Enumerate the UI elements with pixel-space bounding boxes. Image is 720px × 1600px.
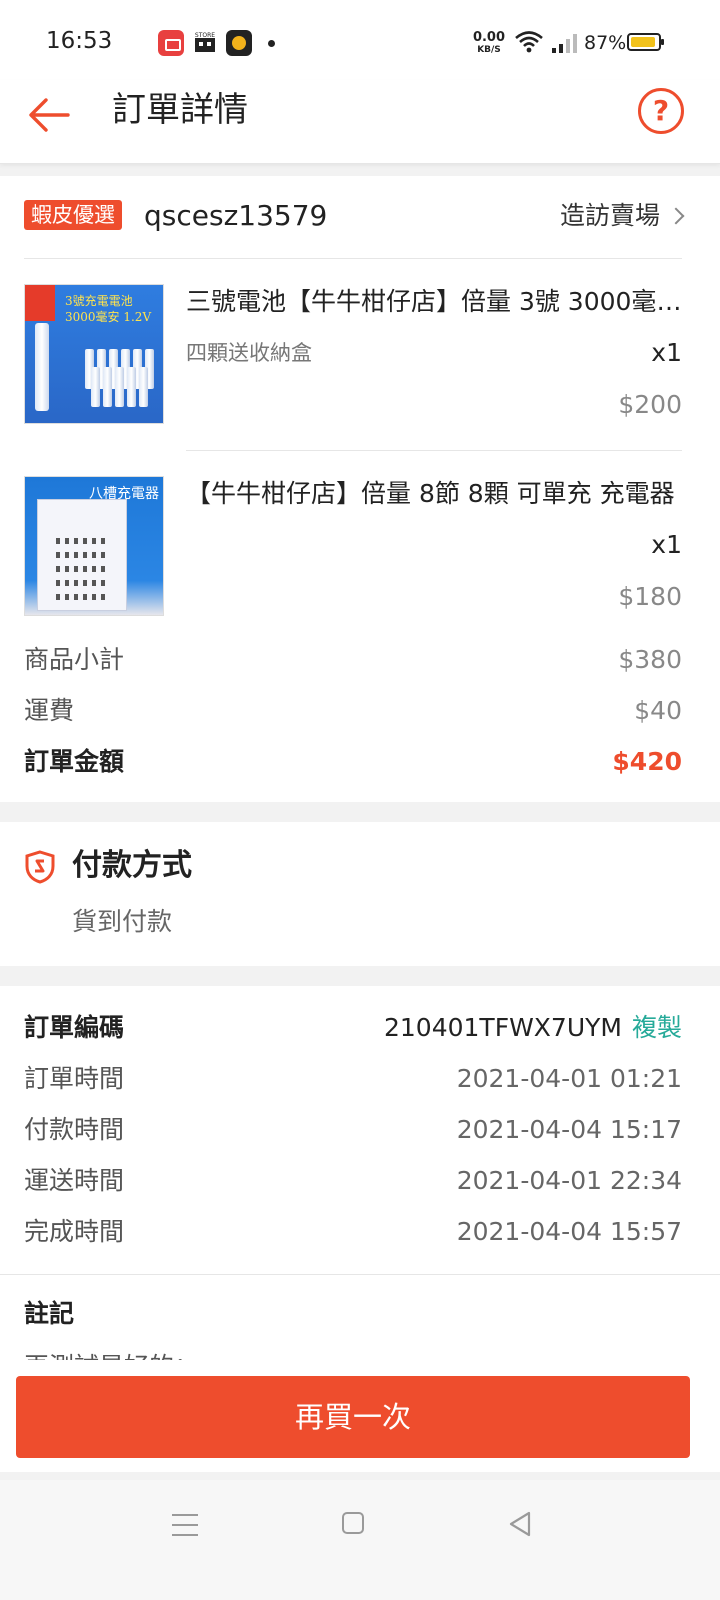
payment-time-value: 2021-04-04 15:17 xyxy=(456,1115,682,1144)
shield-icon xyxy=(25,850,55,884)
product-image-battery: 3號充電電池 3000毫安 1.2V xyxy=(24,284,164,424)
payment-method-title: 付款方式 xyxy=(72,848,192,883)
order-number-label: 訂單編碼 xyxy=(24,1013,125,1042)
preferred-seller-badge: 蝦皮優選 xyxy=(24,200,122,230)
network-speed-value: 0.00 xyxy=(472,30,506,45)
order-number-value-group: 210401TFWX7UYM 複製 xyxy=(384,1008,682,1048)
menu-icon[interactable] xyxy=(172,1514,198,1536)
shop-header: 蝦皮優選 qscesz13579 造訪賣場 xyxy=(24,198,685,238)
shipping-time-label: 運送時間 xyxy=(24,1166,125,1195)
order-time-row: 訂單時間 2021-04-01 01:21 xyxy=(24,1059,682,1099)
subtotal-label: 商品小計 xyxy=(24,645,125,674)
complete-time-value: 2021-04-04 15:57 xyxy=(456,1217,682,1246)
system-nav-bar xyxy=(0,1480,720,1600)
product-quantity: x1 xyxy=(651,530,682,559)
product-quantity: x1 xyxy=(651,338,682,367)
back-icon[interactable] xyxy=(506,1510,534,1538)
subtotal-row: 商品小計 $380 xyxy=(24,640,682,680)
chevron-right-icon xyxy=(667,207,685,225)
home-icon[interactable] xyxy=(342,1512,364,1534)
network-speed: 0.00 KB/S xyxy=(472,30,506,56)
shop-divider xyxy=(24,258,682,259)
bottom-action-bar: 再買一次 xyxy=(0,1360,720,1472)
product-image-caption: 3號充電電池 3000毫安 1.2V xyxy=(65,294,152,324)
copy-button[interactable]: 複製 xyxy=(632,1013,682,1042)
battery-level: 87% xyxy=(584,32,627,54)
svg-text:STORE: STORE xyxy=(195,32,215,39)
order-item[interactable]: 3號充電電池 3000毫安 1.2V 三號電池【牛牛柑仔店】倍量 3號 3000… xyxy=(24,284,682,426)
product-image-charger: 八槽充電器 xyxy=(24,476,164,616)
shipping-time-row: 運送時間 2021-04-01 22:34 xyxy=(24,1161,682,1201)
item-divider xyxy=(186,450,682,451)
info-divider xyxy=(0,1274,720,1275)
signal-icon xyxy=(552,34,577,53)
status-bar: 16:53 STORE 0.00 KB/S 87% xyxy=(0,0,720,80)
shop-name[interactable]: qscesz13579 xyxy=(144,198,327,234)
product-price: $200 xyxy=(618,390,682,419)
shipping-time-value: 2021-04-01 22:34 xyxy=(456,1166,682,1195)
battery-icon xyxy=(627,33,664,51)
product-price: $180 xyxy=(618,582,682,611)
order-total-row: 訂單金額 $420 xyxy=(24,742,682,782)
order-time-label: 訂單時間 xyxy=(24,1064,125,1093)
product-title: 三號電池【牛牛柑仔店】倍量 3號 3000毫安 1.2V 可充電電池 xyxy=(186,287,682,316)
order-total-value: $420 xyxy=(612,747,682,776)
product-variant: 四顆送收納盒 xyxy=(186,341,312,365)
order-items-card: 蝦皮優選 qscesz13579 造訪賣場 3號充電電池 3000毫安 1.2V… xyxy=(0,176,720,802)
order-number-value: 210401TFWX7UYM xyxy=(384,1013,622,1042)
network-speed-unit: KB/S xyxy=(477,45,501,55)
payment-time-row: 付款時間 2021-04-04 15:17 xyxy=(24,1110,682,1150)
payment-time-label: 付款時間 xyxy=(24,1115,125,1144)
status-time: 16:53 xyxy=(46,28,113,54)
help-icon[interactable]: ? xyxy=(638,88,684,134)
visit-shop-label: 造訪賣場 xyxy=(559,201,660,230)
notification-dot-icon xyxy=(268,40,275,47)
payment-card: 付款方式 貨到付款 xyxy=(0,822,720,966)
order-info-card: 訂單編碼 210401TFWX7UYM 複製 訂單時間 2021-04-01 01… xyxy=(0,986,720,1386)
page-title: 訂單詳情 xyxy=(112,90,248,130)
visit-shop-link[interactable]: 造訪賣場 xyxy=(559,198,685,234)
shipping-value: $40 xyxy=(634,696,682,725)
product-title: 【牛牛柑仔店】倍量 8節 8顆 可單充 充電器 xyxy=(186,479,675,508)
wifi-icon xyxy=(515,31,543,53)
buy-again-button[interactable]: 再買一次 xyxy=(16,1376,690,1458)
subtotal-value: $380 xyxy=(618,645,682,674)
payment-method-value: 貨到付款 xyxy=(72,907,173,936)
note-title: 註記 xyxy=(24,1299,75,1328)
app-bar: 訂單詳情 ? xyxy=(0,80,720,164)
order-item[interactable]: 八槽充電器 【牛牛柑仔店】倍量 8節 8顆 可單充 充電器 x1 $180 xyxy=(24,476,682,618)
order-time-value: 2021-04-01 01:21 xyxy=(456,1064,682,1093)
sunflower-app-icon xyxy=(226,30,252,56)
shipping-row: 運費 $40 xyxy=(24,691,682,731)
order-total-label: 訂單金額 xyxy=(24,747,125,776)
complete-time-row: 完成時間 2021-04-04 15:57 xyxy=(24,1212,682,1252)
order-number-row: 訂單編碼 210401TFWX7UYM 複製 xyxy=(24,1008,682,1048)
complete-time-label: 完成時間 xyxy=(24,1217,125,1246)
shipping-label: 運費 xyxy=(24,696,75,725)
screen-recorder-icon xyxy=(158,30,184,56)
store-icon: STORE xyxy=(192,30,218,56)
back-arrow-icon[interactable] xyxy=(26,92,72,138)
